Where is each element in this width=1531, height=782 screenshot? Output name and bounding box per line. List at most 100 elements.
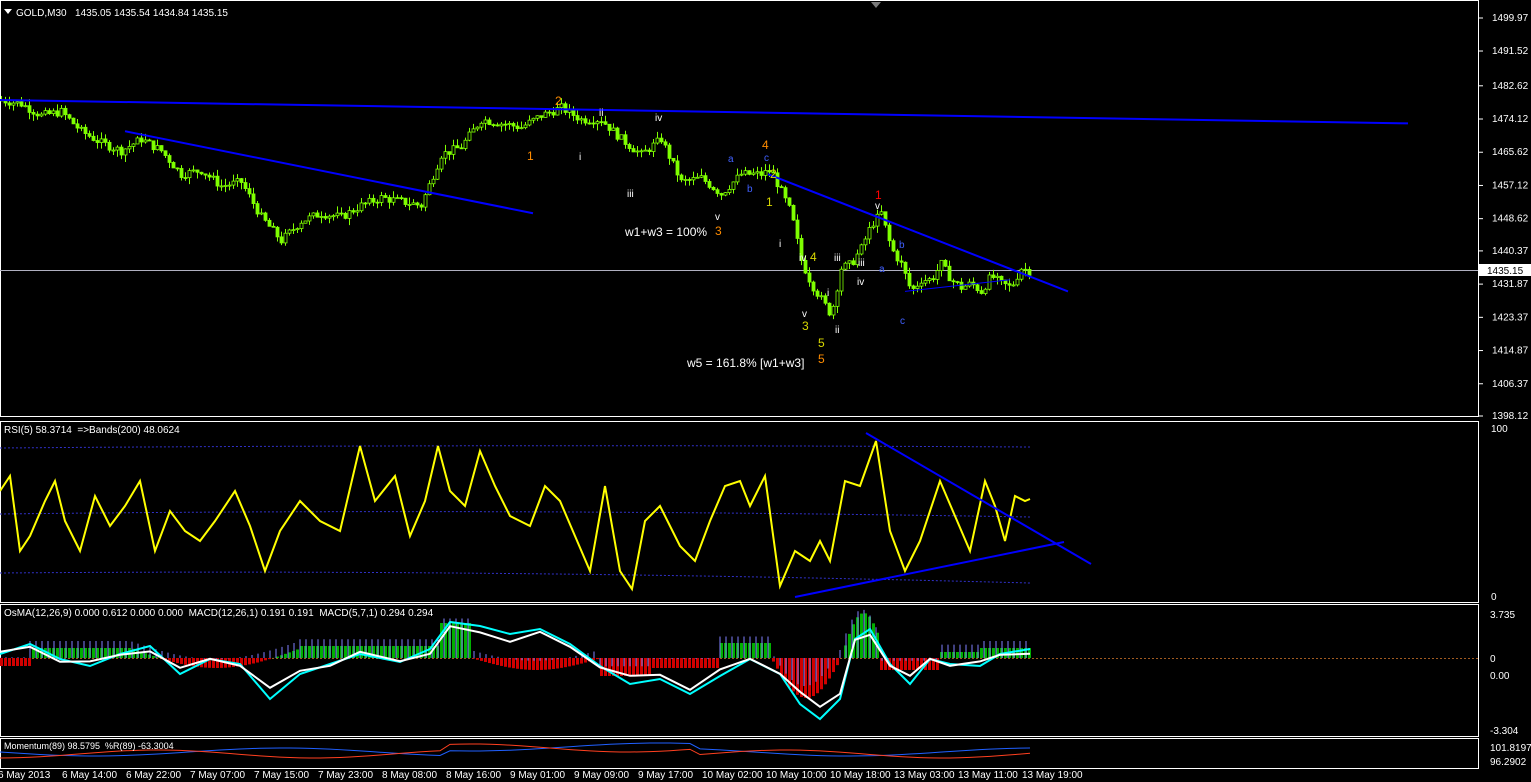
candle-body [403,197,408,205]
candle-body [219,185,224,188]
candle-body [123,148,128,156]
candle-body [859,244,864,255]
candle-body [39,113,44,117]
osma-bar [708,658,711,668]
osma-pane[interactable]: 3.735 0 0.00 -3.304 OsMA(12,26,9) 0.000 … [0,604,1531,738]
rsi-trendline-lower[interactable] [794,541,1065,598]
candle-body [155,145,160,151]
rsi-bands [0,445,1031,584]
trendline[interactable] [0,98,1409,125]
osma-bar [12,658,15,666]
candle-body [663,141,668,146]
candle-body [1011,284,1016,287]
osma-bar [836,658,839,666]
osma-bar [968,652,971,658]
price-chart[interactable]: 21iiiiviiiv34a cb21iiv 4 iiiv3iii55iiiiv1vb… [0,0,1531,421]
candle-body [299,222,304,229]
candle-body [463,139,468,149]
price-tick: 1431.87 [1492,279,1529,290]
wave-label: 4 [762,138,769,152]
candle-body [395,197,400,200]
trendline[interactable] [767,173,1069,293]
candle-body [551,112,556,116]
osma-bar [764,643,767,658]
candle-body [579,118,584,121]
rsi-band [0,511,1031,518]
candle-body [355,210,360,213]
candle-body [127,146,132,150]
candle-body [679,174,684,181]
candle-body [371,197,376,203]
candle-body [459,147,464,150]
candle-body [623,134,628,145]
ratio-annotation-1: w1+w3 = 100% [624,225,707,239]
candle-body [271,225,276,228]
time-label: 7 May 23:00 [318,770,374,781]
osma-bar [320,646,323,658]
price-axis: 1499.97 1491.52 1482.62 1474.12 1465.62 1457.… [1478,13,1529,421]
candle-body [483,119,488,124]
candle-body [963,285,968,290]
triangle-down-icon[interactable] [4,9,12,15]
time-label: 13 May 19:00 [1022,770,1083,781]
osma-bar [688,658,691,668]
price-pane[interactable]: 2 1 ii i iv iii v 3 4 a c b 2 1 i iv 4 iii v 3 i ii 5 5 iii iv 1 v b… [0,0,1531,421]
candle-body [995,275,1000,278]
candle-body [379,195,384,203]
wave-label: ii [599,108,603,119]
candle-body [747,170,752,175]
candle-body [639,150,644,153]
time-label: 9 May 09:00 [574,770,630,781]
rsi-chart[interactable]: 100 0 [0,421,1531,604]
osma-bar [524,658,527,670]
candle-body [87,133,92,137]
candle-body [443,151,448,159]
candle-body [131,143,136,147]
candle-body [783,187,788,199]
candle-body [187,170,192,179]
candle-body [475,126,480,130]
candle-body [707,181,712,188]
candle-body [335,212,340,217]
candle-body [411,202,416,205]
trendlines[interactable] [0,98,1409,293]
candle-body [183,177,188,179]
rsi-pane[interactable]: 100 0 RSI(5) 58.3714 =>Bands(200) 48.062… [0,421,1531,604]
osma-bar [68,648,71,658]
rsi-tick-0: 0 [1491,592,1497,603]
symbol-label: GOLD,M30 [16,8,67,19]
candle-body [179,168,184,178]
momentum-chart[interactable]: 101.8197 96.2902 [0,738,1531,769]
candle-body [519,127,524,130]
osma-bar [28,658,31,666]
candle-body [695,176,700,179]
osma-bar [176,658,179,664]
candle-body [675,160,680,176]
momentum-pane[interactable]: 101.8197 96.2902 Momentum(89) 98.5795 %R… [0,738,1531,769]
candle-body [255,203,260,215]
trendline[interactable] [124,130,534,215]
osma-bar [220,658,223,668]
candle-body [23,105,28,108]
candle-body [647,149,652,152]
scroll-marker-icon[interactable] [871,2,881,8]
time-label: 13 May 03:00 [894,770,955,781]
osma-bar [512,658,515,669]
osma-bar [772,658,775,662]
osma-chart[interactable]: 3.735 0 0.00 -3.304 [0,604,1531,738]
price-tick: 1482.62 [1492,81,1529,92]
candle-body [851,260,856,266]
candle-body [199,171,204,175]
osma-bar [812,658,815,697]
osma-bar [308,646,311,658]
osma-bar [244,658,247,666]
osma-bar [660,658,663,668]
candle-body [171,162,176,169]
candle-body [527,119,532,126]
candle-body [947,265,952,282]
time-label: 9 May 01:00 [510,770,566,781]
candle-body [979,290,984,294]
candle-body [71,117,76,125]
time-label: 6 May 2013 [0,770,51,781]
time-label: 6 May 14:00 [62,770,118,781]
